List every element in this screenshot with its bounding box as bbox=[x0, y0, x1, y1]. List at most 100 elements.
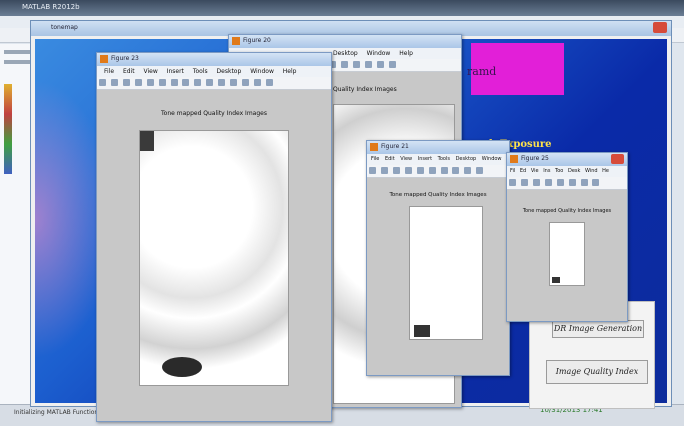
menu-desktop[interactable]: Desktop bbox=[333, 50, 358, 57]
menu-edit[interactable]: Ed bbox=[520, 168, 526, 174]
pan-icon[interactable] bbox=[452, 167, 460, 174]
close-icon[interactable] bbox=[611, 154, 624, 164]
menu-help[interactable]: Help bbox=[283, 68, 297, 75]
image-quality-index-button[interactable]: Image Quality Index bbox=[546, 360, 648, 384]
data-cursor-icon[interactable] bbox=[206, 79, 214, 86]
legend-icon[interactable] bbox=[253, 79, 261, 86]
zoom-in-icon[interactable] bbox=[158, 79, 166, 86]
menu-tools[interactable]: Too bbox=[555, 168, 563, 174]
new-figure-icon[interactable] bbox=[369, 167, 376, 174]
menu-desktop[interactable]: Desktop bbox=[217, 68, 242, 75]
print-icon[interactable] bbox=[404, 167, 412, 174]
zoom-out-icon[interactable] bbox=[580, 179, 588, 186]
menu-help[interactable]: He bbox=[602, 168, 609, 174]
hdr-image-generation-button[interactable]: DR Image Generation bbox=[552, 320, 644, 338]
menu-insert[interactable]: Insert bbox=[167, 68, 184, 75]
menu-tools[interactable]: Tools bbox=[438, 156, 450, 162]
figure-caption: Quality Index Images bbox=[333, 86, 397, 93]
figure-window-25[interactable]: Figure 25 Fil Ed Vie Ins Too Desk Wind H… bbox=[506, 152, 628, 322]
pointer-icon[interactable] bbox=[146, 79, 154, 86]
brush-icon[interactable] bbox=[352, 61, 360, 68]
menu-window[interactable]: Window bbox=[367, 50, 391, 57]
pointer-icon[interactable] bbox=[556, 179, 564, 186]
open-icon[interactable] bbox=[110, 79, 118, 86]
figure-menubar[interactable]: File Edit View Insert Tools Desktop Wind… bbox=[367, 154, 509, 165]
brush-icon[interactable] bbox=[476, 167, 484, 174]
new-figure-icon[interactable] bbox=[509, 179, 516, 186]
status-text: Initializing MATLAB Function bbox=[14, 409, 99, 416]
menu-tools[interactable]: Tools bbox=[193, 68, 208, 75]
menu-file[interactable]: File bbox=[371, 156, 379, 162]
menu-desktop[interactable]: Desk bbox=[568, 168, 580, 174]
colorbar-icon[interactable] bbox=[376, 61, 384, 68]
matlab-titlebar[interactable] bbox=[0, 0, 684, 16]
hide-tools-icon[interactable] bbox=[265, 79, 273, 86]
link-icon[interactable] bbox=[364, 61, 372, 68]
colorbar-icon[interactable] bbox=[242, 79, 250, 86]
menu-edit[interactable]: Edit bbox=[123, 68, 135, 75]
figure-menubar[interactable]: File Edit View Insert Tools Desktop Wind… bbox=[97, 66, 331, 77]
magenta-panel-text: ramd bbox=[467, 65, 497, 78]
save-icon[interactable] bbox=[122, 79, 130, 86]
new-figure-icon[interactable] bbox=[99, 79, 106, 86]
save-icon[interactable] bbox=[392, 167, 400, 174]
brush-icon[interactable] bbox=[218, 79, 226, 86]
link-icon[interactable] bbox=[230, 79, 238, 86]
rotate-icon[interactable] bbox=[194, 79, 202, 86]
figure-toolbar[interactable] bbox=[367, 165, 509, 178]
matlab-title: MATLAB R2012b bbox=[22, 3, 80, 11]
pan-icon[interactable] bbox=[182, 79, 190, 86]
menu-desktop[interactable]: Desktop bbox=[456, 156, 477, 162]
image-dark-region bbox=[414, 325, 430, 337]
matlab-icon bbox=[370, 143, 378, 151]
image-dark-region bbox=[162, 357, 202, 377]
menu-window[interactable]: Window bbox=[482, 156, 502, 162]
figure-window-23[interactable]: Figure 23 File Edit View Insert Tools De… bbox=[96, 52, 332, 422]
figure-titlebar[interactable]: Figure 21 bbox=[367, 141, 509, 154]
menu-window[interactable]: Wind bbox=[585, 168, 598, 174]
menu-insert[interactable]: Ins bbox=[543, 168, 550, 174]
figure-window-21[interactable]: Figure 21 File Edit View Insert Tools De… bbox=[366, 140, 510, 376]
print-icon[interactable] bbox=[544, 179, 552, 186]
folder-item[interactable] bbox=[4, 60, 30, 64]
menu-insert[interactable]: Insert bbox=[418, 156, 432, 162]
menu-edit[interactable]: Edit bbox=[385, 156, 395, 162]
image-dark-region bbox=[140, 131, 154, 151]
open-icon[interactable] bbox=[520, 179, 528, 186]
folder-item[interactable] bbox=[4, 50, 30, 54]
gui-title: tonemap bbox=[51, 24, 78, 31]
print-icon[interactable] bbox=[134, 79, 142, 86]
zoom-out-icon[interactable] bbox=[170, 79, 178, 86]
zoom-in-icon[interactable] bbox=[568, 179, 576, 186]
data-cursor-icon[interactable] bbox=[340, 61, 348, 68]
figure-titlebar[interactable]: Figure 23 bbox=[97, 53, 331, 66]
figure-titlebar[interactable]: Figure 20 bbox=[229, 35, 461, 48]
menu-view[interactable]: View bbox=[400, 156, 412, 162]
menu-help[interactable]: Help bbox=[399, 50, 413, 57]
menu-window[interactable]: Window bbox=[250, 68, 274, 75]
close-icon[interactable] bbox=[653, 22, 667, 33]
tone-mapped-quality-index-image bbox=[409, 206, 483, 340]
figure-toolbar[interactable] bbox=[507, 177, 627, 190]
figure-body: Tone mapped Quality Index Images bbox=[367, 178, 509, 375]
save-icon[interactable] bbox=[532, 179, 540, 186]
figure-caption: Tone mapped Quality Index Images bbox=[389, 192, 487, 198]
open-icon[interactable] bbox=[380, 167, 388, 174]
figure-caption: Tone mapped Quality Index Images bbox=[522, 208, 612, 214]
menu-view[interactable]: Vie bbox=[531, 168, 539, 174]
rotate-icon[interactable] bbox=[464, 167, 472, 174]
figure-menubar[interactable]: Fil Ed Vie Ins Too Desk Wind He bbox=[507, 166, 627, 177]
figure-body: Tone mapped Quality Index Images bbox=[97, 90, 331, 421]
matlab-icon bbox=[510, 155, 518, 163]
figure-toolbar[interactable] bbox=[97, 77, 331, 90]
pointer-icon[interactable] bbox=[416, 167, 424, 174]
menu-view[interactable]: View bbox=[144, 68, 158, 75]
zoom-in-icon[interactable] bbox=[428, 167, 436, 174]
menu-file[interactable]: File bbox=[104, 68, 114, 75]
menu-file[interactable]: Fil bbox=[510, 168, 515, 174]
legend-icon[interactable] bbox=[388, 61, 396, 68]
figure-title: Figure 20 bbox=[243, 37, 271, 44]
zoom-out-icon[interactable] bbox=[440, 167, 448, 174]
figure-titlebar[interactable]: Figure 25 bbox=[507, 153, 627, 166]
pan-icon[interactable] bbox=[592, 179, 600, 186]
